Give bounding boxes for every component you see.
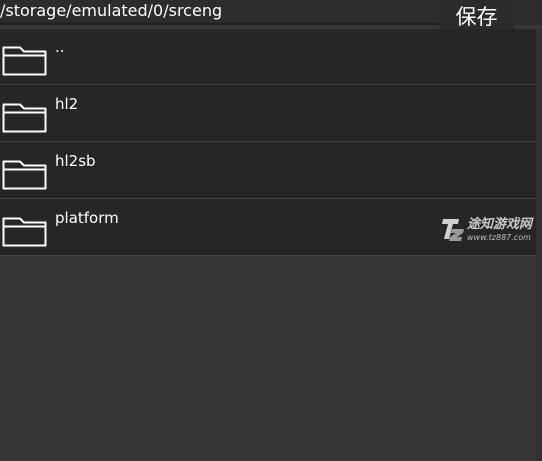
folder-icon <box>2 46 47 76</box>
site-watermark: 途知游戏网 www.tz887.com <box>442 214 540 248</box>
folder-icon <box>2 217 47 247</box>
tz-logo-icon <box>442 219 464 241</box>
folder-icon <box>2 160 47 190</box>
folder-icon <box>2 103 47 133</box>
watermark-url: www.tz887.com <box>467 233 531 242</box>
folder-name: hl2 <box>55 95 79 113</box>
folder-row-hl2sb[interactable]: hl2sb <box>0 143 536 199</box>
folder-row-hl2[interactable]: hl2 <box>0 86 536 142</box>
folder-row-parent[interactable]: .. <box>0 29 536 85</box>
folder-name: platform <box>55 209 119 227</box>
current-path: /storage/emulated/0/srceng <box>0 1 223 20</box>
watermark-title: 途知游戏网 <box>467 217 533 232</box>
path-underline <box>0 23 440 25</box>
folder-name: .. <box>55 38 65 56</box>
folder-name: hl2sb <box>55 152 96 170</box>
